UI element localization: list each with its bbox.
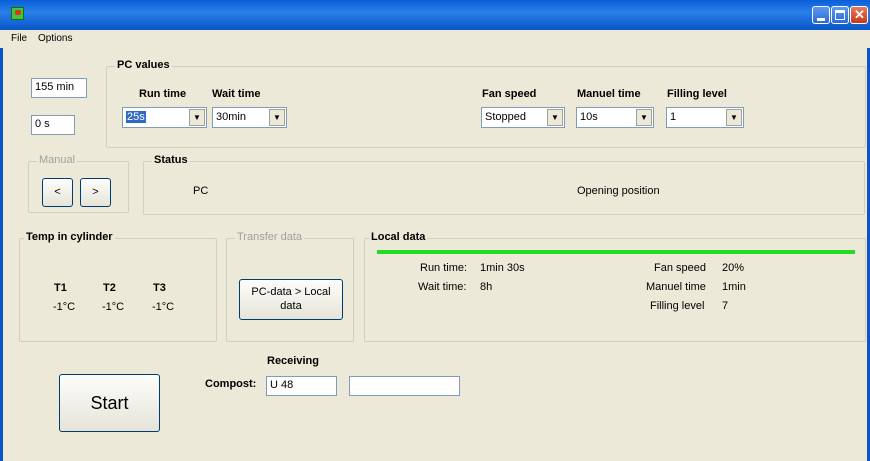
manual-group: Manual < >	[28, 154, 129, 213]
temp-group: Temp in cylinder T1 -1°C T2 -1°C T3 -1°C	[19, 231, 217, 342]
wait-time-label: Wait time	[212, 88, 261, 100]
t2-value: -1°C	[102, 301, 125, 313]
pc-values-group: PC values Run time 25s ▼ Wait time 30min…	[106, 59, 866, 148]
t1-value: -1°C	[53, 301, 76, 313]
filling-level-select[interactable]: 1 ▼	[666, 107, 744, 128]
local-data-title: Local data	[369, 231, 428, 243]
close-button[interactable]: ✕	[850, 6, 868, 24]
fan-speed-select[interactable]: Stopped ▼	[481, 107, 565, 128]
client-area: 155 min 0 s PC values Run time 25s ▼ Wai…	[0, 48, 870, 461]
chevron-down-icon[interactable]: ▼	[726, 109, 742, 126]
chevron-down-icon[interactable]: ▼	[269, 109, 285, 126]
t2-label: T2	[103, 282, 116, 294]
seconds-counter: 0 s	[31, 115, 75, 135]
manuel-time-value: 10s	[580, 111, 598, 123]
t1-label: T1	[54, 282, 67, 294]
local-fan-speed-label: Fan speed	[654, 262, 706, 274]
filling-level-label: Filling level	[667, 88, 727, 100]
local-manuel-time-label: Manuel time	[646, 281, 706, 293]
menu-bar: File Options	[0, 30, 870, 48]
minutes-counter: 155 min	[31, 78, 87, 98]
receiving-title: Receiving	[267, 355, 319, 367]
manual-next-button[interactable]: >	[80, 178, 111, 207]
app-icon	[11, 7, 24, 20]
compost-input[interactable]: U 48	[266, 376, 337, 396]
temp-title: Temp in cylinder	[24, 231, 115, 243]
status-group: Status PC Opening position	[143, 154, 865, 215]
fan-speed-value: Stopped	[485, 111, 526, 123]
filling-level-value: 1	[670, 111, 677, 123]
transfer-group: Transfer data PC-data > Local data	[226, 231, 354, 342]
close-icon: ✕	[854, 7, 865, 22]
receiving-extra-input[interactable]	[349, 376, 460, 396]
manuel-time-select[interactable]: 10s ▼	[576, 107, 654, 128]
manuel-time-label: Manuel time	[577, 88, 641, 100]
local-run-time-value: 1min 30s	[480, 262, 525, 274]
menu-file[interactable]: File	[11, 33, 27, 44]
local-wait-time-label: Wait time:	[418, 281, 467, 293]
local-data-progress-fill	[377, 250, 855, 254]
local-data-progress	[377, 250, 855, 254]
fan-speed-label: Fan speed	[482, 88, 537, 100]
local-fan-speed-value: 20%	[722, 262, 745, 274]
pc-values-title: PC values	[115, 59, 172, 71]
maximize-icon	[835, 10, 845, 20]
minimize-icon	[817, 18, 825, 21]
title-bar[interactable]: ✕	[0, 0, 870, 30]
chevron-down-icon[interactable]: ▼	[636, 109, 652, 126]
minimize-button[interactable]	[812, 6, 830, 24]
status-source: PC	[193, 185, 209, 197]
chevron-down-icon[interactable]: ▼	[189, 109, 205, 126]
manual-title: Manual	[37, 154, 78, 166]
local-data-group: Local data Run time: 1min 30s Wait time:…	[364, 231, 866, 342]
menu-options[interactable]: Options	[38, 33, 72, 44]
run-time-value: 25s	[126, 111, 146, 123]
compost-label: Compost:	[205, 378, 257, 390]
manual-prev-button[interactable]: <	[42, 178, 73, 207]
maximize-button[interactable]	[831, 6, 849, 24]
status-title: Status	[152, 154, 190, 166]
status-position: Opening position	[577, 185, 660, 197]
chevron-down-icon[interactable]: ▼	[547, 109, 563, 126]
t3-value: -1°C	[152, 301, 175, 313]
local-run-time-label: Run time:	[420, 262, 468, 274]
local-filling-level-label: Filling level	[650, 300, 705, 312]
local-filling-level-value: 7	[722, 300, 729, 312]
run-time-label: Run time	[139, 88, 187, 100]
local-manuel-time-value: 1min	[722, 281, 746, 293]
transfer-button[interactable]: PC-data > Local data	[239, 279, 343, 320]
start-button[interactable]: Start	[59, 374, 160, 432]
t3-label: T3	[153, 282, 166, 294]
wait-time-select[interactable]: 30min ▼	[212, 107, 287, 128]
local-wait-time-value: 8h	[480, 281, 493, 293]
transfer-title: Transfer data	[235, 231, 305, 243]
run-time-select[interactable]: 25s ▼	[122, 107, 207, 128]
wait-time-value: 30min	[216, 111, 246, 123]
